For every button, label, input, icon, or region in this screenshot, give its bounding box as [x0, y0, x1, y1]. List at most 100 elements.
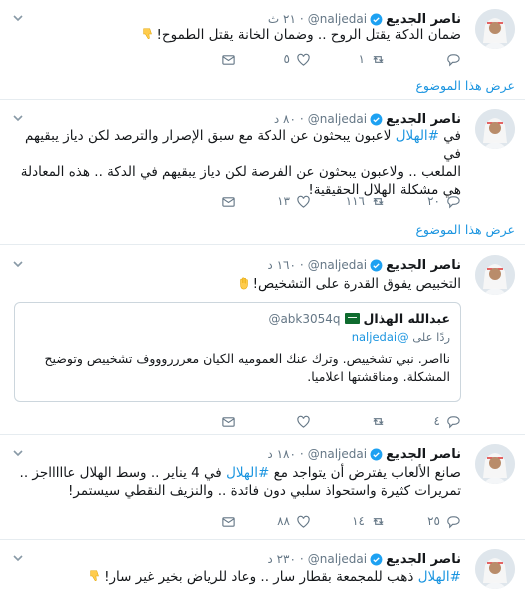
- reply-button[interactable]: [386, 52, 461, 67]
- tweet[interactable]: ناصر الجديع @naljedai · ٢١ ث ضمان الدكة …: [0, 0, 525, 100]
- retweet-icon: [373, 517, 384, 525]
- tweet-time[interactable]: ٢١ ث: [268, 12, 296, 26]
- tweet-time[interactable]: ٢٣٠ د: [267, 552, 296, 566]
- tweet-actions: ١ ٥: [161, 50, 461, 68]
- author-name[interactable]: ناصر الجديع: [386, 447, 461, 462]
- chevron-down-icon[interactable]: [12, 447, 24, 459]
- hashtag-link[interactable]: #الهلال: [396, 128, 439, 144]
- heart-icon: [297, 195, 310, 208]
- heart-icon: [297, 415, 310, 428]
- tweet-header: ناصر الجديع @naljedai · ١٨٠ د: [14, 444, 461, 464]
- tweet[interactable]: ناصر الجديع @naljedai · ١٦٠ د التخبيص يف…: [0, 245, 525, 435]
- show-thread-link[interactable]: عرض هذا الموضوع: [415, 78, 515, 93]
- tweet-actions: ٢٠ ١١٦ ١٣: [161, 192, 461, 210]
- quoted-tweet[interactable]: عبدالله الهذال @abk3054q ردًا على @nalje…: [14, 302, 461, 402]
- timeline: ناصر الجديع @naljedai · ٢١ ث ضمان الدكة …: [0, 0, 525, 593]
- reply-mention-link[interactable]: @naljedai: [352, 330, 409, 344]
- avatar[interactable]: [475, 444, 515, 484]
- tweet-time[interactable]: ١٨٠ د: [267, 447, 296, 461]
- tweet-text: #الهلال ذهب للمجمعة بقطار سار .. وعاد لل…: [14, 568, 461, 586]
- tweet[interactable]: ناصر الجديع @naljedai · ١٨٠ د صانع الألع…: [0, 435, 525, 540]
- tweet-actions: ٢٥ ١٤ ٨٨: [161, 512, 461, 530]
- author-handle[interactable]: @naljedai: [308, 258, 367, 272]
- reply-count: ٢٠: [427, 194, 440, 208]
- tweet-text: صانع الألعاب يفترض أن يتواجد مع #الهلال …: [14, 464, 461, 500]
- tweet[interactable]: ناصر الجديع @naljedai · ٨٠ د في #الهلال …: [0, 100, 525, 245]
- reply-count: ٢٥: [427, 514, 440, 528]
- verified-badge-icon: [370, 13, 383, 25]
- like-count: ١٣: [277, 194, 290, 208]
- tweet-text-line: في #الهلال لاعبون يبحثون عن الدكة مع سبق…: [25, 128, 461, 162]
- retweet-count: ١١٦: [345, 194, 365, 208]
- retweet-button[interactable]: ١: [311, 52, 386, 67]
- quoted-text-line: المشكلة. ومناقشتها اعلاميا.: [307, 369, 450, 384]
- reply-button[interactable]: ٢٥: [386, 514, 461, 529]
- verified-badge-icon: [370, 259, 383, 271]
- author-name[interactable]: ناصر الجديع: [386, 258, 461, 273]
- reply-context: ردًا على @naljedai: [351, 330, 450, 344]
- quoted-author-name: عبدالله الهذال: [363, 311, 450, 326]
- quoted-tweet-header: عبدالله الهذال @abk3054q: [25, 311, 450, 326]
- retweet-icon: [373, 55, 384, 63]
- chevron-down-icon[interactable]: [12, 112, 24, 124]
- tweet-header: ناصر الجديع @naljedai · ٢٣٠ د: [14, 549, 461, 569]
- thumbs-down-icon: [90, 570, 99, 581]
- quoted-text-line: نااصر. نبي تشخييص. وترك عنك العموميه الك…: [44, 351, 450, 366]
- tweet-text-line: الملعب .. ولاعبون يبحثون عن الفرصة لكن د…: [20, 164, 461, 180]
- dm-button[interactable]: [161, 194, 236, 209]
- avatar[interactable]: [475, 9, 515, 49]
- author-handle[interactable]: @naljedai: [308, 552, 367, 566]
- author-name[interactable]: ناصر الجديع: [386, 112, 461, 127]
- like-button[interactable]: ٨٨: [236, 514, 311, 529]
- author-handle[interactable]: @naljedai: [308, 12, 367, 26]
- tweet-text-line: صانع الألعاب يفترض أن يتواجد مع #الهلال …: [19, 465, 461, 481]
- reply-count: ٤: [433, 414, 440, 428]
- like-button[interactable]: ١٣: [236, 194, 311, 209]
- avatar[interactable]: [475, 109, 515, 149]
- tweet-text: في #الهلال لاعبون يبحثون عن الدكة مع سبق…: [14, 127, 461, 199]
- retweet-button[interactable]: [311, 414, 386, 429]
- avatar[interactable]: [475, 549, 515, 589]
- chevron-down-icon[interactable]: [12, 258, 24, 270]
- reply-button[interactable]: ٤: [386, 414, 461, 429]
- dm-button[interactable]: [161, 414, 236, 429]
- chevron-down-icon[interactable]: [12, 552, 24, 564]
- author-handle[interactable]: @naljedai: [308, 112, 367, 126]
- hashtag-link[interactable]: #الهلال: [226, 465, 269, 481]
- tweet-actions: ٤: [161, 412, 461, 430]
- tweet-time[interactable]: ٨٠ د: [274, 112, 296, 126]
- author-name[interactable]: ناصر الجديع: [386, 552, 461, 567]
- author-name[interactable]: ناصر الجديع: [386, 12, 461, 27]
- like-button[interactable]: ٥: [236, 52, 311, 67]
- reply-icon: [447, 415, 460, 428]
- author-handle[interactable]: @naljedai: [308, 447, 367, 461]
- retweet-icon: [373, 417, 384, 425]
- verified-badge-icon: [370, 553, 383, 565]
- tweet[interactable]: ناصر الجديع @naljedai · ٢٣٠ د #الهلال ذه…: [0, 540, 525, 593]
- heart-icon: [297, 53, 310, 66]
- dm-button[interactable]: [161, 514, 236, 529]
- tweet-time[interactable]: ١٦٠ د: [267, 258, 296, 272]
- quoted-author-handle: @abk3054q: [268, 311, 341, 326]
- retweet-button[interactable]: ١٤: [311, 514, 386, 529]
- retweet-button[interactable]: ١١٦: [311, 194, 386, 209]
- like-count: ٥: [283, 52, 290, 66]
- reply-icon: [447, 53, 460, 66]
- retweet-icon: [373, 197, 384, 205]
- hashtag-link[interactable]: #الهلال: [418, 569, 461, 585]
- separator-dot: ·: [299, 552, 304, 566]
- chevron-down-icon[interactable]: [12, 12, 24, 24]
- dm-button[interactable]: [161, 52, 236, 67]
- separator-dot: ·: [299, 112, 304, 126]
- show-thread-link[interactable]: عرض هذا الموضوع: [415, 222, 515, 237]
- saudi-flag-icon: [344, 313, 360, 324]
- quoted-tweet-text: نااصر. نبي تشخييص. وترك عنك العموميه الك…: [25, 350, 450, 386]
- like-button[interactable]: [236, 414, 311, 429]
- envelope-icon: [222, 416, 235, 427]
- thumbs-down-icon: [142, 28, 152, 39]
- raised-hand-icon: [239, 277, 248, 290]
- envelope-icon: [222, 54, 235, 65]
- reply-button[interactable]: ٢٠: [386, 194, 461, 209]
- like-count: ٨٨: [277, 514, 290, 528]
- avatar[interactable]: [475, 255, 515, 295]
